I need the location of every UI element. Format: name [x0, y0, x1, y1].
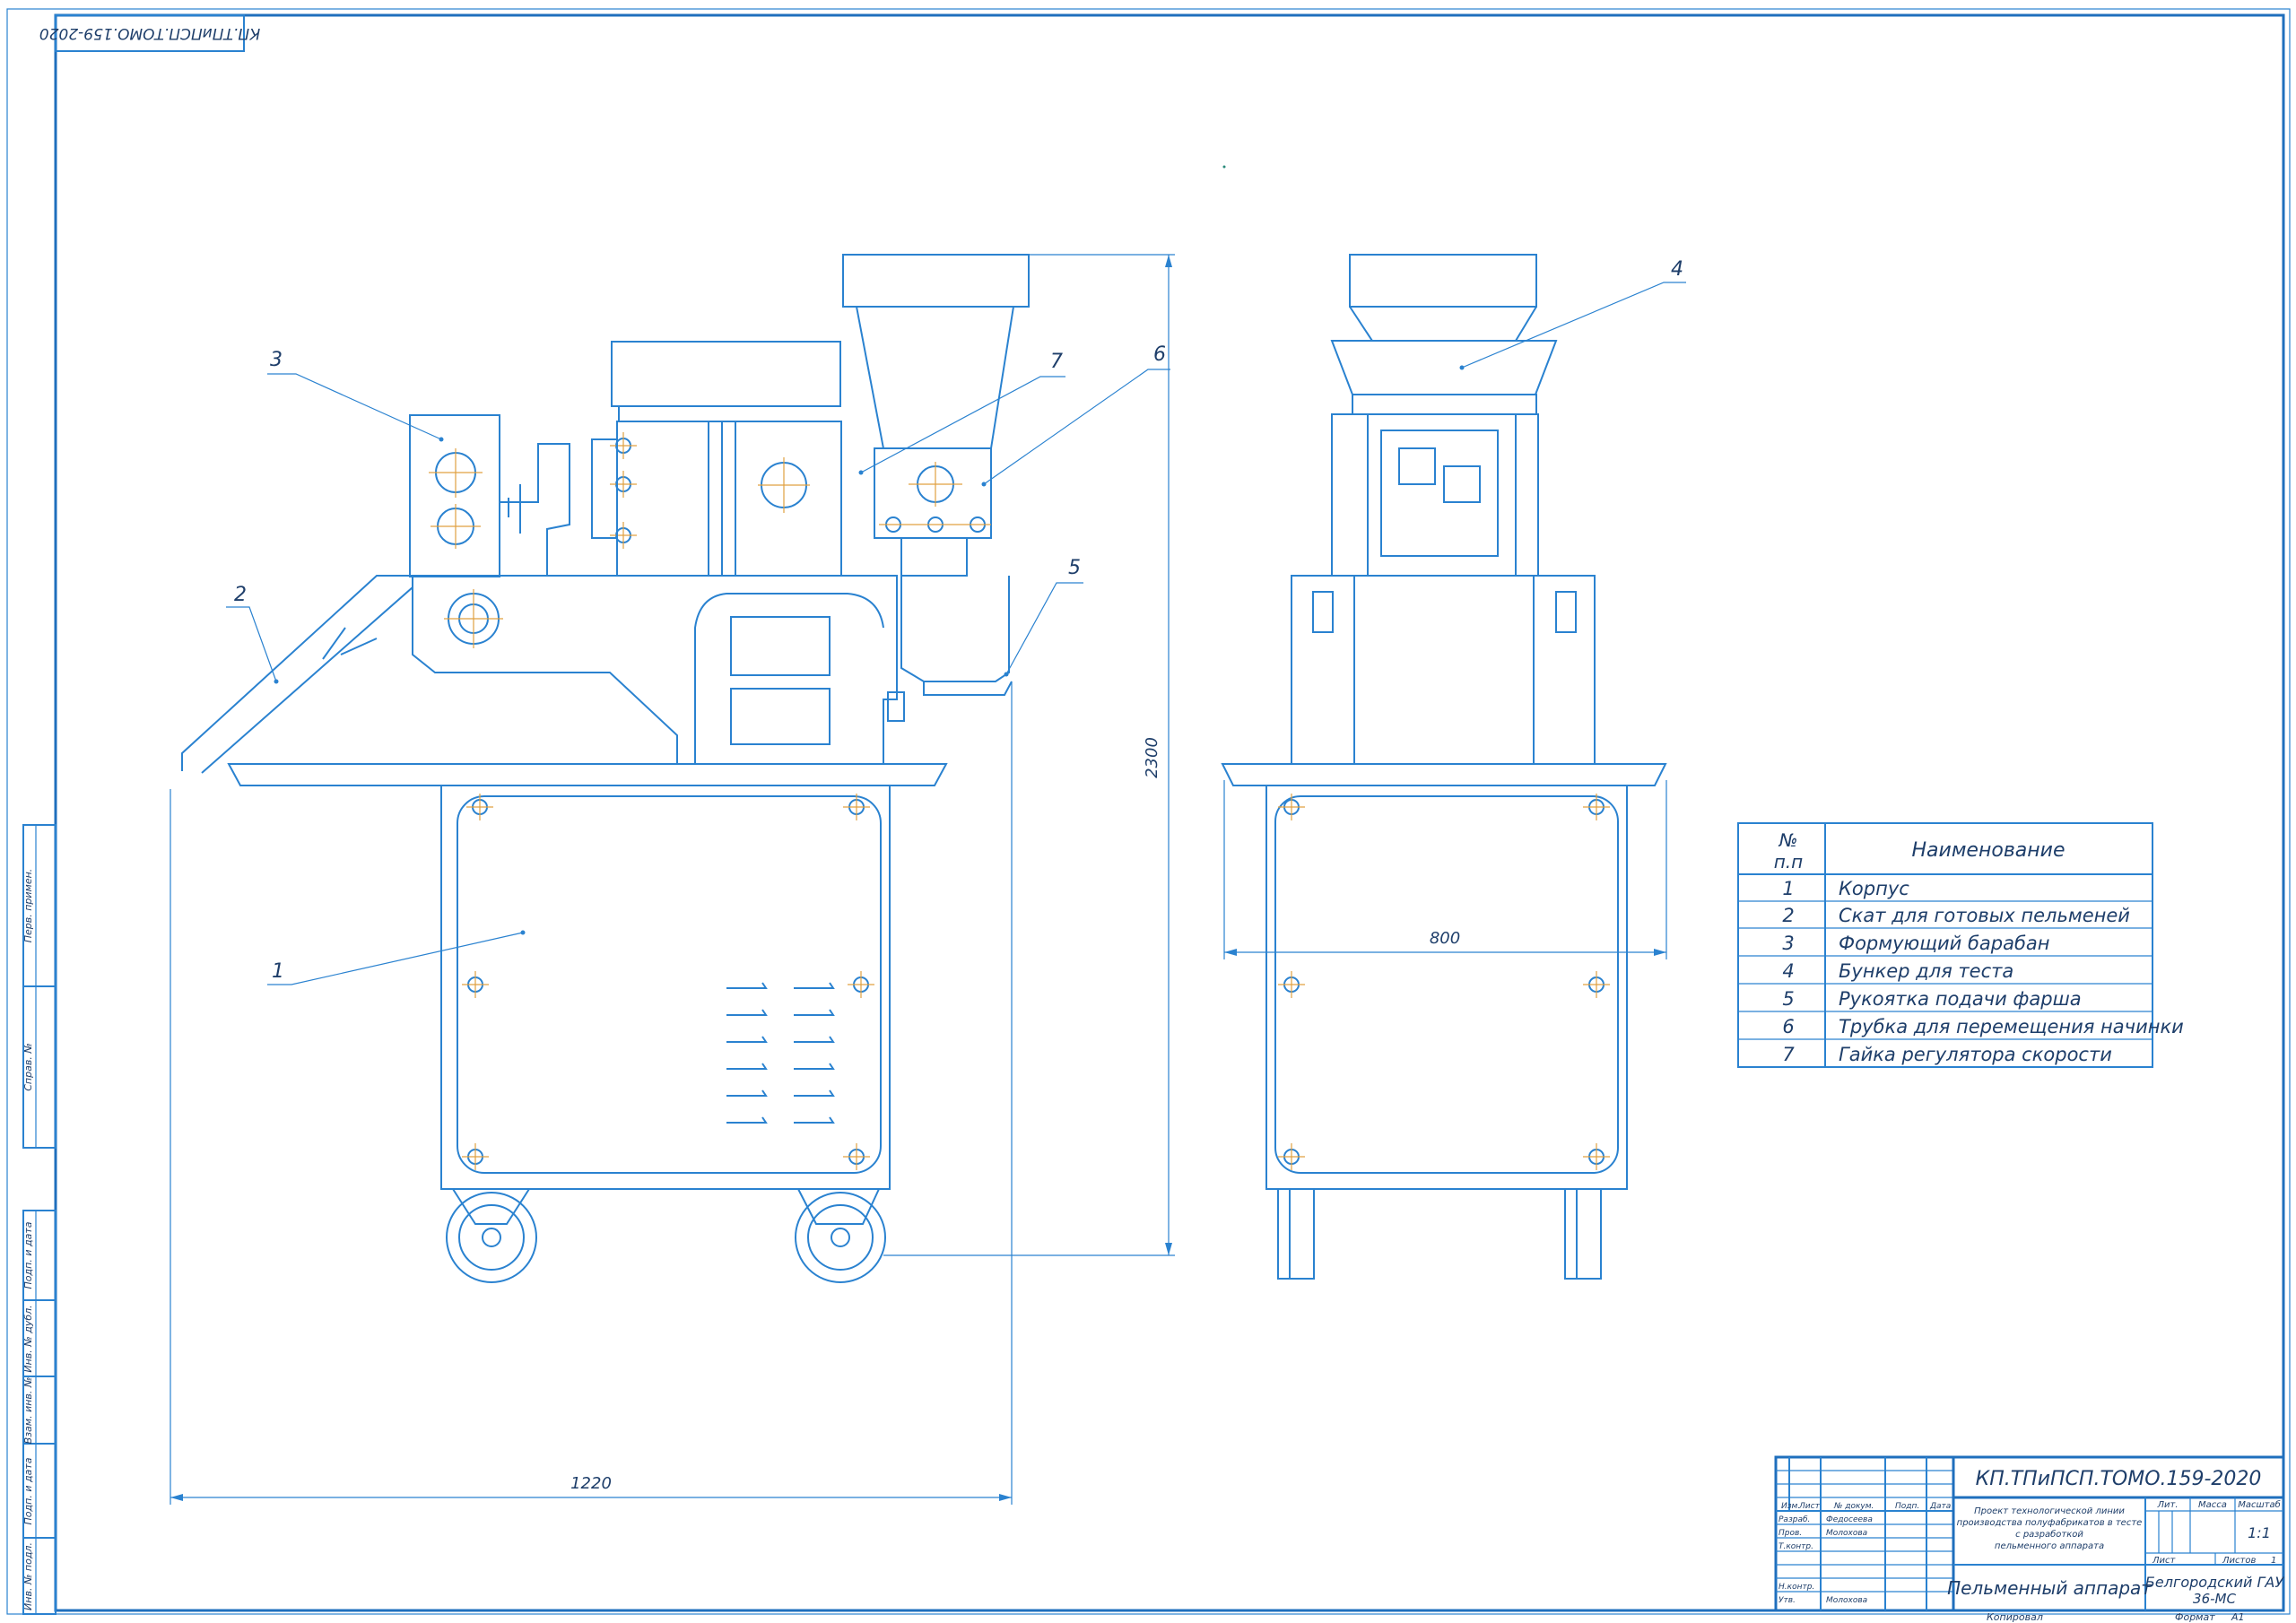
- stamp-sign-date-2: Подп. и дата: [22, 1457, 34, 1524]
- table-row-num: 5: [1782, 988, 1794, 1010]
- tb-role-approved: Утв.: [1779, 1596, 1796, 1605]
- parts-table: № п.п Наименование 1 Корпус 2 Скат для г…: [1737, 822, 2184, 1068]
- callout-5: 5: [1068, 557, 1081, 579]
- title-project-line: производства полуфабрикатов в тесте: [1957, 1517, 2143, 1528]
- front-vent-slots: [726, 982, 835, 1124]
- table-row-num: 6: [1782, 1016, 1794, 1037]
- front-cabinet-door: [457, 795, 882, 1174]
- tb-col-date: Дата: [1929, 1502, 1951, 1511]
- table-header-name: Наименование: [1912, 839, 2066, 862]
- table-row-num: 3: [1782, 933, 1794, 954]
- table-row-name: Трубка для перемещения начинки: [1839, 1016, 2184, 1037]
- tb-name-checked: Молохова: [1826, 1529, 1867, 1538]
- stamp-orig-inv: Инв. № подл.: [22, 1542, 34, 1610]
- table-header-num-2: п.п: [1774, 851, 1804, 872]
- tb-col-sign: Подп.: [1895, 1502, 1919, 1511]
- tb-role-ncontrol: Н.контр.: [1779, 1583, 1814, 1592]
- left-margin-stamps: Перв. примен. Справ. № Подп. и дата Инв.…: [22, 824, 57, 1615]
- table-row-num: 4: [1782, 960, 1794, 982]
- forming-drum-housing: [409, 414, 500, 577]
- code-stamp: КП.ТПиПСП.ТОМО.159-2020: [39, 14, 260, 52]
- callout-1: 1: [272, 960, 284, 983]
- dim-width: 800: [1430, 929, 1460, 948]
- front-hopper-top: [842, 254, 1030, 308]
- front-view: [181, 254, 1030, 1283]
- tb-sheets-value: 1: [2271, 1556, 2276, 1566]
- tb-name-developer: Федосеева: [1826, 1515, 1873, 1524]
- title-project-line: с разработкой: [2015, 1529, 2083, 1540]
- outer-border: [6, 8, 2291, 1615]
- tb-sheet-label: Лист: [2152, 1556, 2177, 1566]
- title-group: 36-МС: [2193, 1591, 2236, 1607]
- table-row-num: 2: [1782, 905, 1794, 926]
- table-row-name: Бункер для теста: [1839, 960, 2013, 982]
- callout-2: 2: [234, 584, 247, 606]
- side-view: [1221, 254, 1667, 1280]
- code-stamp-text: КП.ТПиПСП.ТОМО.159-2020: [39, 24, 260, 42]
- side-legs: [1277, 1189, 1602, 1280]
- side-table-top: [1221, 763, 1667, 786]
- stamp-ref-no: Справ. №: [22, 1043, 34, 1091]
- side-hopper: [1330, 340, 1558, 395]
- front-cabinet-bolts: [462, 794, 874, 1170]
- table-row-name: Формующий барабан: [1839, 933, 2050, 954]
- stamp-first-use: Перв. примен.: [22, 869, 34, 943]
- title-item: Пельменный аппарат: [1947, 1577, 2152, 1599]
- tb-mass-label: Масса: [2198, 1500, 2227, 1510]
- dim-length: 1220: [570, 1474, 612, 1493]
- callout-4: 4: [1671, 258, 1683, 281]
- feed-handle: [923, 681, 1013, 696]
- table-row-name: Гайка регулятора скорости: [1839, 1044, 2112, 1065]
- table-row-name: Корпус: [1839, 878, 1909, 899]
- title-organization: Белгородский ГАУ: [2145, 1574, 2284, 1591]
- title-project-line: пельменного аппарата: [1995, 1541, 2104, 1551]
- tb-scale-label: Масштаб: [2238, 1499, 2281, 1510]
- motor-top: [611, 341, 841, 407]
- tb-role-tcontrol: Т.контр.: [1779, 1542, 1813, 1551]
- title-project-line: Проект технологической линии: [1974, 1506, 2125, 1516]
- front-chute: [181, 575, 413, 774]
- table-row-name: Рукоятка подачи фарша: [1839, 988, 2082, 1010]
- tb-name-approved: Молохова: [1826, 1596, 1867, 1605]
- tb-format-label: Формат: [2175, 1611, 2215, 1623]
- motor-body: [616, 421, 842, 577]
- stamp-dup-inv: Инв. № дубл.: [22, 1305, 34, 1372]
- callouts: 1 2 3 4 5 6 7: [226, 258, 1686, 985]
- side-cabinet: [1265, 785, 1628, 1190]
- technical-drawing: КП.ТПиПСП.ТОМО.159-2020 Перв. примен. Сп…: [6, 8, 2291, 1623]
- front-table-top: [227, 763, 948, 786]
- title-block: КП.ТПиПСП.ТОМО.159-2020 Проект технологи…: [1774, 1455, 2285, 1612]
- table-row-num: 7: [1782, 1044, 1795, 1065]
- tb-scale-value: 1:1: [2248, 1524, 2271, 1541]
- tb-sheets-label: Листов: [2222, 1556, 2256, 1566]
- tb-col-list: Лист: [1798, 1502, 1821, 1511]
- tb-format-value: А1: [2231, 1611, 2245, 1623]
- tb-copied: Копировал: [1987, 1611, 2043, 1623]
- title-designation: КП.ТПиПСП.ТОМО.159-2020: [1976, 1468, 2262, 1490]
- stamp-sign-date-1: Подп. и дата: [22, 1221, 34, 1289]
- callout-3: 3: [270, 349, 283, 371]
- callout-6: 6: [1153, 343, 1166, 366]
- front-wheels: [446, 1188, 886, 1283]
- tb-col-doc: № докум.: [1833, 1502, 1874, 1511]
- tb-role-developer: Разраб.: [1779, 1515, 1810, 1524]
- tb-role-checked: Пров.: [1779, 1529, 1802, 1538]
- tb-lit-label: Лит.: [2156, 1500, 2178, 1510]
- tb-col-izm: Изм.: [1781, 1502, 1800, 1511]
- table-row-name: Скат для готовых пельменей: [1839, 905, 2130, 926]
- stamp-replace-inv: Взам. инв. №: [22, 1377, 34, 1445]
- front-hopper-funnel: [855, 306, 1015, 449]
- front-body: [412, 575, 898, 765]
- table-header-num-1: №: [1779, 829, 1798, 851]
- callout-7: 7: [1050, 351, 1063, 373]
- dim-height: 2300: [1143, 737, 1161, 778]
- table-row-num: 1: [1782, 878, 1794, 899]
- side-hopper-top: [1349, 254, 1537, 308]
